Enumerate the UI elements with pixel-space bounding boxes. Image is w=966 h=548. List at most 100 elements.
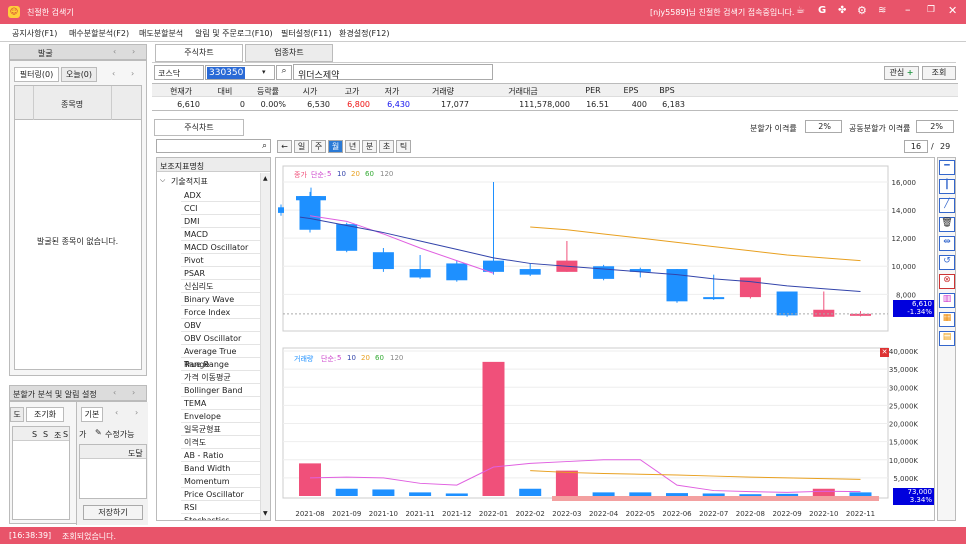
indicator-item[interactable]: Average True Range — [181, 345, 260, 369]
close-icon[interactable]: ✕ — [948, 4, 957, 17]
edit-label[interactable]: 수정가능 — [105, 429, 134, 440]
indicator-item[interactable]: Bollinger Band — [181, 384, 260, 397]
range-tool-icon[interactable]: ⇹ — [939, 236, 955, 251]
menu-item-filter[interactable]: 필터설정(F11) — [281, 28, 331, 39]
indicator-item[interactable]: TEMA — [181, 397, 260, 410]
palette-icon[interactable]: ▦ — [939, 312, 955, 327]
query-button[interactable]: 조회 — [922, 66, 956, 80]
paw-icon[interactable]: ✤ — [838, 5, 846, 16]
close-pane-icon[interactable]: ✕ — [880, 348, 889, 357]
price-header-1: 대비 — [217, 87, 233, 96]
indicator-item[interactable]: PSAR — [181, 267, 260, 280]
stock-code-input[interactable]: 330350 ▾ — [205, 65, 275, 80]
indicator-item[interactable]: True Range — [181, 358, 260, 371]
period-button-4[interactable]: 년 — [345, 140, 360, 153]
gear-icon[interactable]: ⚙ — [857, 4, 867, 17]
menu-item-buy-split[interactable]: 매수분할분석(F2) — [69, 28, 129, 39]
search-icon[interactable]: ⌕ — [276, 65, 292, 80]
indicator-item[interactable]: 신심리도 — [181, 280, 260, 293]
x-tick-label: 2022-01 — [479, 510, 508, 518]
price-tick-label: 14,000 — [892, 207, 917, 215]
search-icon[interactable]: ⌕ — [262, 141, 267, 151]
indicator-item[interactable]: Stochastics Oscillator — [181, 514, 260, 520]
prev-arrow-icon[interactable]: ‹ — [113, 47, 116, 56]
indicator-item[interactable]: DMI — [181, 215, 260, 228]
x-tick-label: 2022-03 — [552, 510, 581, 518]
tab-reach[interactable]: 도달 시 — [10, 407, 24, 422]
period-button-3[interactable]: 월 — [328, 140, 343, 153]
dropdown-icon[interactable]: ▾ — [262, 68, 266, 76]
period-button-5[interactable]: 분 — [362, 140, 377, 153]
next-arrow-icon[interactable]: › — [132, 388, 135, 397]
volume-legend-ma: 단순: — [321, 355, 337, 363]
next-arrow-icon[interactable]: › — [135, 408, 138, 417]
col-stock-name[interactable]: 종목명 — [61, 99, 83, 110]
tab-today[interactable]: 오늘(0) — [61, 67, 97, 82]
undo-icon[interactable]: ↺ — [939, 255, 955, 270]
save-button[interactable]: 저장하기 — [83, 505, 143, 520]
minimize-icon[interactable]: – — [905, 3, 911, 16]
delete-all-icon[interactable]: ⊗ — [939, 274, 955, 289]
volume-bar — [335, 488, 358, 496]
indicator-item[interactable]: 가격 이동평균 — [181, 371, 260, 384]
period-button-6[interactable]: 초 — [379, 140, 394, 153]
subpanel-b: 기본 ‹ › 가 ✎ 수정가능 도달 저장하기 — [76, 402, 148, 525]
bar-chart-icon[interactable]: ▥ — [939, 293, 955, 308]
next-arrow-icon[interactable]: › — [131, 69, 134, 78]
indicator-search-input[interactable]: ⌕ — [156, 139, 271, 153]
expand-icon[interactable]: ⌵ — [160, 176, 165, 185]
hline-tool-icon[interactable]: ━ — [939, 160, 955, 175]
indicator-scrollbar[interactable]: ▲ ▼ — [260, 173, 270, 520]
edit-icon[interactable]: ✎ — [95, 428, 102, 437]
prev-arrow-icon[interactable]: ‹ — [115, 408, 118, 417]
menu-item-sell-split[interactable]: 매도분할분석 — [139, 28, 183, 39]
vline-tool-icon[interactable]: ┃ — [939, 179, 955, 194]
split-price-input[interactable]: 2% — [805, 120, 842, 133]
folder-icon[interactable]: ▤ — [939, 331, 955, 346]
prev-arrow-icon[interactable]: ‹ — [112, 69, 115, 78]
indicator-item[interactable]: Momentum — [181, 475, 260, 488]
tab-basic[interactable]: 기본 — [81, 407, 103, 422]
next-arrow-icon[interactable]: › — [132, 47, 135, 56]
tab-filtering[interactable]: 필터링(0) — [14, 67, 59, 82]
period-button-7[interactable]: 틱 — [396, 140, 411, 153]
tab-stock-chart[interactable]: 주식차트 — [155, 44, 243, 62]
x-tick-label: 2022-11 — [846, 510, 875, 518]
indicator-item[interactable]: Price Oscillator — [181, 488, 260, 501]
indicator-item[interactable]: Pivot — [181, 254, 260, 267]
indicator-item[interactable]: CCI — [181, 202, 260, 215]
indicator-item[interactable]: Force Index — [181, 306, 260, 319]
indicator-item[interactable]: Binary Wave — [181, 293, 260, 306]
period-button-1[interactable]: 일 — [294, 140, 309, 153]
menu-item-notice[interactable]: 공지사항(F1) — [12, 28, 57, 39]
indicator-item[interactable]: MACD — [181, 228, 260, 241]
period-button-0[interactable]: ← — [277, 140, 292, 153]
indicator-item[interactable]: 이격도 — [181, 436, 260, 449]
indicator-item[interactable]: Band Width — [181, 462, 260, 475]
chart-svg[interactable]: 8,000 10,000 12,000 14,000 16,000 5,000K 10,00… — [276, 158, 936, 522]
indicator-group[interactable]: 기술적지표 — [171, 176, 208, 187]
trash-icon[interactable]: 🗑 — [939, 217, 955, 232]
cup-icon[interactable]: ☕ — [796, 5, 805, 16]
indicator-item[interactable]: Envelope — [181, 410, 260, 423]
indicator-item[interactable]: OBV — [181, 319, 260, 332]
prev-arrow-icon[interactable]: ‹ — [113, 388, 116, 397]
tab-chart[interactable]: 주식차트 — [154, 119, 244, 136]
menu-item-settings[interactable]: 환경설정(F12) — [339, 28, 389, 39]
restore-icon[interactable]: ❐ — [927, 5, 935, 15]
favorite-button[interactable]: 관심 + — [884, 66, 919, 80]
indicator-item[interactable]: AB - Ratio — [181, 449, 260, 462]
trendline-tool-icon[interactable]: ╱ — [939, 198, 955, 213]
common-split-input[interactable]: 2% — [916, 120, 954, 133]
indicator-item[interactable]: OBV Oscillator — [181, 332, 260, 345]
menu-item-alert-log[interactable]: 알림 및 주문로그(F10) — [195, 28, 273, 39]
page-current[interactable]: 16 — [904, 140, 928, 153]
tab-reset[interactable]: 조기화 — [26, 407, 64, 422]
g-icon[interactable]: G — [818, 5, 826, 16]
period-button-2[interactable]: 주 — [311, 140, 326, 153]
indicator-item[interactable]: MACD Oscillator — [181, 241, 260, 254]
indicator-item[interactable]: ADX — [181, 189, 260, 202]
indicator-item[interactable]: RSI — [181, 501, 260, 514]
tab-sector-chart[interactable]: 업종차트 — [245, 44, 333, 62]
indicator-item[interactable]: 일목균형표 — [181, 423, 260, 436]
